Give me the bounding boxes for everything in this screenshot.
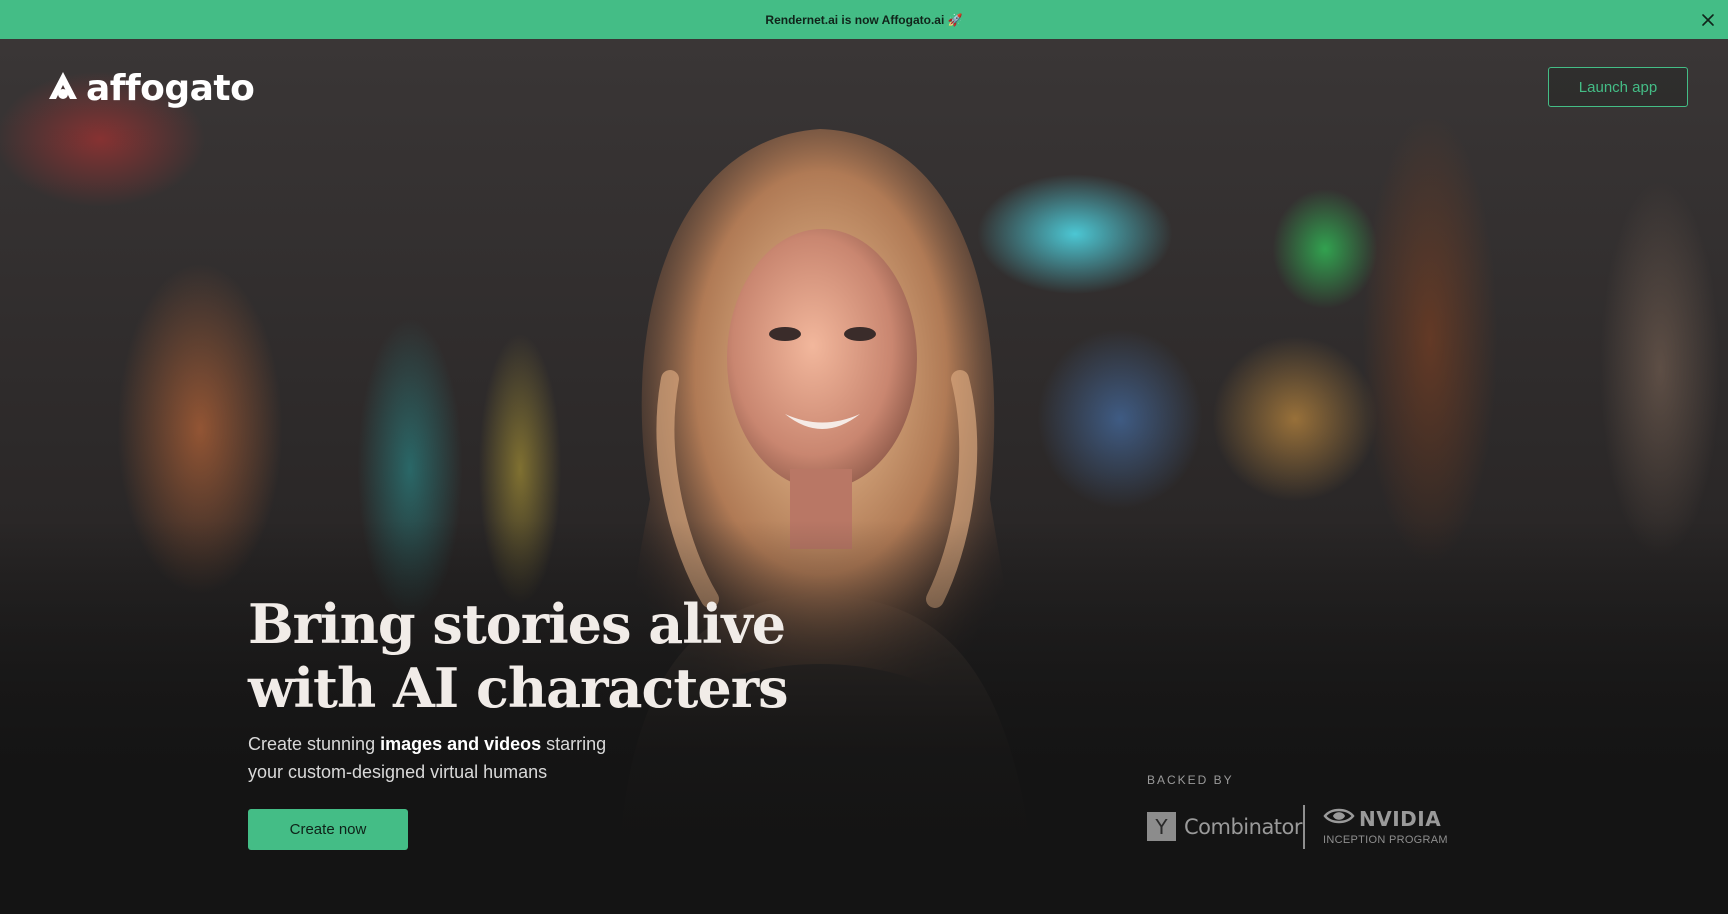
announcement-text: Rendernet.ai is now Affogato.ai 🚀 [765,12,963,27]
hero-subtitle-line2: your custom-designed virtual humans [248,762,548,782]
announcement-banner: Rendernet.ai is now Affogato.ai 🚀 [0,0,1728,39]
y-combinator-text: Combinator [1184,814,1303,839]
backers-divider [1303,805,1305,849]
hero-subtitle-bold: images and videos [380,734,542,754]
hero-subtitle-end: starring [541,734,607,754]
create-now-button[interactable]: Create now [248,809,408,850]
y-combinator-logo: Y Combinator [1147,812,1303,841]
affogato-logo-icon [46,69,80,108]
hero-subtitle-start: Create stunning [248,734,381,754]
nvidia-eye-icon [1323,806,1355,831]
hero-headline-line2: with AI characters [248,656,789,720]
nvidia-wordmark: NVIDIA [1359,806,1442,831]
nvidia-program-text: INCEPTION PROGRAM [1323,834,1448,846]
hero-subtitle: Create stunning images and videos starri… [248,730,668,786]
y-combinator-box: Y [1147,812,1176,841]
nvidia-inception-logo: NVIDIA INCEPTION PROGRAM [1323,806,1448,847]
hero-headline-line1: Bring stories alive [248,592,786,656]
launch-app-button[interactable]: Launch app [1548,67,1688,107]
logo-text: affogato [86,68,255,109]
hero-headline: Bring stories alive with AI characters [248,592,808,720]
logo[interactable]: affogato [46,68,255,109]
close-icon[interactable] [1698,10,1718,30]
backed-by-label: BACKED BY [1147,773,1234,787]
